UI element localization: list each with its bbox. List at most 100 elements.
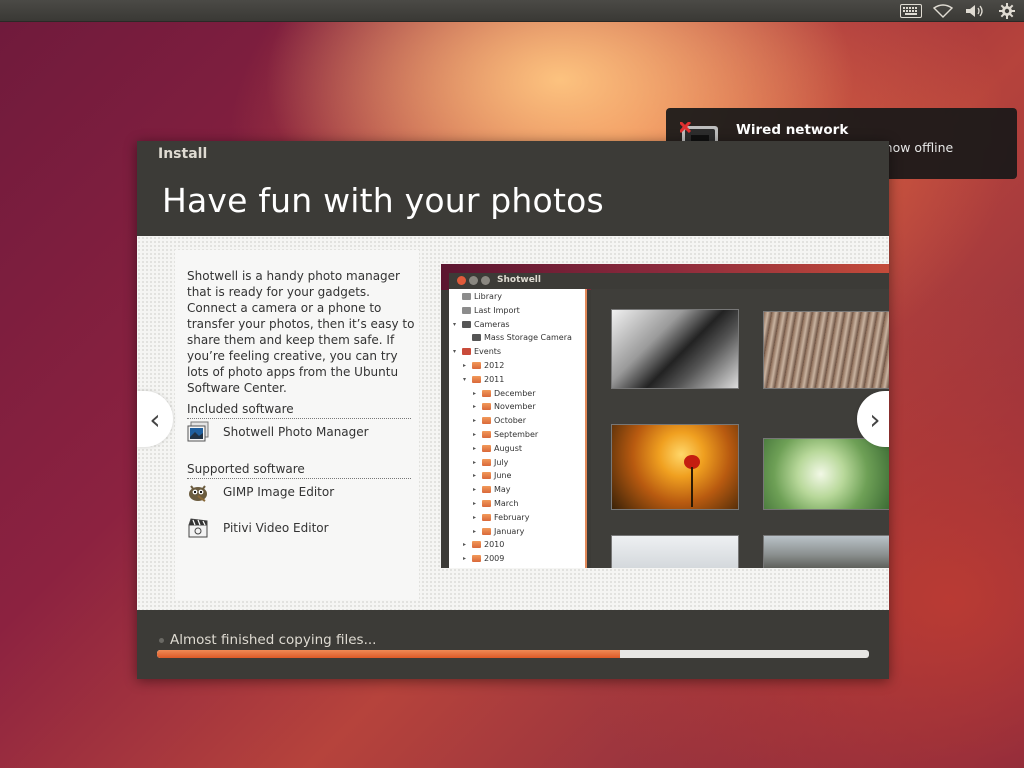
shotwell-screenshot: Shotwell Library Last Import ▾ Cameras Mass … xyxy=(441,264,889,568)
folder-icon xyxy=(482,403,491,411)
poppy-sunset-photo xyxy=(611,424,739,510)
supported-software-heading: Supported software xyxy=(187,462,411,479)
expander-arrow-icon: ▸ xyxy=(463,362,467,369)
folder-icon xyxy=(482,389,491,397)
progress-bar xyxy=(157,650,869,658)
expander-arrow-icon: ▸ xyxy=(473,444,477,452)
sidebar-tree-item: Last Import xyxy=(453,306,520,315)
keyboard-icon[interactable] xyxy=(900,2,922,20)
volume-icon[interactable] xyxy=(964,2,986,20)
progress-spinner-icon xyxy=(159,638,164,643)
misty-landscape-photo xyxy=(611,535,739,568)
folder-icon xyxy=(482,527,491,535)
top-panel xyxy=(0,0,1024,22)
tree-item-icon xyxy=(462,306,471,314)
sidebar-tree-item: Mass Storage Camera xyxy=(463,333,572,342)
shotwell-window-buttons xyxy=(457,276,490,285)
tree-item-label: 2009 xyxy=(484,554,505,564)
tree-item-label: October xyxy=(494,416,527,426)
folder-icon xyxy=(472,555,481,563)
close-icon xyxy=(457,276,466,285)
slideshow-area: Shotwell is a handy photo manager that i… xyxy=(137,236,889,610)
tree-item-label: August xyxy=(494,443,522,453)
minimize-icon xyxy=(469,276,478,285)
expander-arrow-icon: ▸ xyxy=(473,403,477,411)
expander-arrow-icon: ▸ xyxy=(463,555,467,563)
tree-item-label: Library xyxy=(474,292,502,301)
sidebar-tree-item: ▸ May xyxy=(473,485,511,494)
progress-area: Almost finished copying files... xyxy=(137,610,889,679)
tree-item-label: Mass Storage Camera xyxy=(484,333,572,343)
supported-app-name-gimp: GIMP Image Editor xyxy=(223,485,335,499)
expander-arrow-icon: ▸ xyxy=(473,458,477,466)
shotwell-sidebar: Library Last Import ▾ Cameras Mass Storage C… xyxy=(449,289,587,568)
expander-arrow-icon: ▸ xyxy=(473,527,477,535)
tree-item-icon xyxy=(472,334,481,342)
sidebar-tree-item: ▸ 2012 xyxy=(463,361,504,370)
installer-window: Install Have fun with your photos Shotwe… xyxy=(137,141,889,679)
maximize-icon xyxy=(481,276,490,285)
tree-item-label: February xyxy=(494,512,530,522)
gear-icon[interactable] xyxy=(996,2,1018,20)
slide-title: Have fun with your photos xyxy=(162,181,604,220)
tree-item-label: Last Import xyxy=(474,305,520,315)
expander-arrow-icon: ▾ xyxy=(463,375,467,383)
tree-item-label: September xyxy=(494,430,539,439)
succulent-photo xyxy=(763,438,889,510)
included-app-row: Shotwell Photo Manager xyxy=(187,421,369,443)
sidebar-tree-item: ▸ 2009 xyxy=(463,554,504,563)
folder-icon xyxy=(482,417,491,425)
sidebar-tree-item: ▸ 2010 xyxy=(463,540,504,549)
window-title: Install xyxy=(158,146,208,162)
included-app-name: Shotwell Photo Manager xyxy=(223,425,369,439)
tree-item-label: July xyxy=(494,457,509,467)
wifi-icon[interactable] xyxy=(932,2,954,20)
folder-icon xyxy=(472,541,481,549)
sidebar-tree-item: ▸ February xyxy=(473,513,529,522)
info-panel: Shotwell is a handy photo manager that i… xyxy=(175,250,419,600)
sidebar-tree-item: Library xyxy=(453,292,502,301)
folder-icon xyxy=(482,472,491,480)
tree-item-label: 2010 xyxy=(484,540,505,550)
tree-item-label: Events xyxy=(474,347,502,357)
supported-app-row: Pitivi Video Editor xyxy=(187,517,329,539)
expander-arrow-icon: ▸ xyxy=(473,513,477,521)
tree-item-icon xyxy=(462,320,471,328)
pitivi-icon xyxy=(187,517,209,539)
tree-item-icon xyxy=(462,348,471,356)
expander-arrow-icon: ▸ xyxy=(473,417,477,425)
sidebar-tree-item: ▸ August xyxy=(473,444,522,453)
sidebar-tree-item: ▾ Events xyxy=(453,347,501,356)
supported-app-name-pitivi: Pitivi Video Editor xyxy=(223,521,329,535)
roof-tiles-photo xyxy=(763,311,889,389)
sidebar-tree-item: ▸ July xyxy=(473,458,508,467)
tree-item-label: January xyxy=(494,526,525,536)
tree-item-label: June xyxy=(494,471,512,481)
folder-icon xyxy=(482,513,491,521)
sidebar-tree-item: ▸ September xyxy=(473,430,538,439)
slide-description: Shotwell is a handy photo manager that i… xyxy=(187,269,415,395)
tree-item-label: May xyxy=(494,485,511,495)
folder-icon xyxy=(482,458,491,466)
expander-arrow-icon: ▸ xyxy=(473,500,477,507)
expander-arrow-icon: ▸ xyxy=(473,486,477,494)
sidebar-tree-item: ▸ June xyxy=(473,471,511,480)
sidebar-tree-item: ▸ November xyxy=(473,402,536,411)
sidebar-tree-item: ▸ October xyxy=(473,416,526,425)
expander-arrow-icon: ▸ xyxy=(463,541,467,549)
shotwell-icon xyxy=(187,421,209,443)
sidebar-tree-item: ▸ December xyxy=(473,389,535,398)
previous-slide-button[interactable]: ‹ xyxy=(137,391,173,447)
expander-arrow-icon: ▸ xyxy=(473,472,477,480)
folder-icon xyxy=(482,431,491,438)
tree-item-label: November xyxy=(494,402,536,412)
window-header: Install Have fun with your photos xyxy=(137,141,889,236)
sidebar-tree-item: ▾ 2011 xyxy=(463,375,504,384)
tree-item-label: 2012 xyxy=(484,361,505,370)
included-software-heading: Included software xyxy=(187,402,411,419)
tree-item-label: Cameras xyxy=(474,319,510,329)
folder-icon xyxy=(472,362,481,369)
progress-label: Almost finished copying files... xyxy=(170,632,377,648)
folder-icon xyxy=(482,444,491,452)
piano-keys-photo xyxy=(611,309,739,389)
